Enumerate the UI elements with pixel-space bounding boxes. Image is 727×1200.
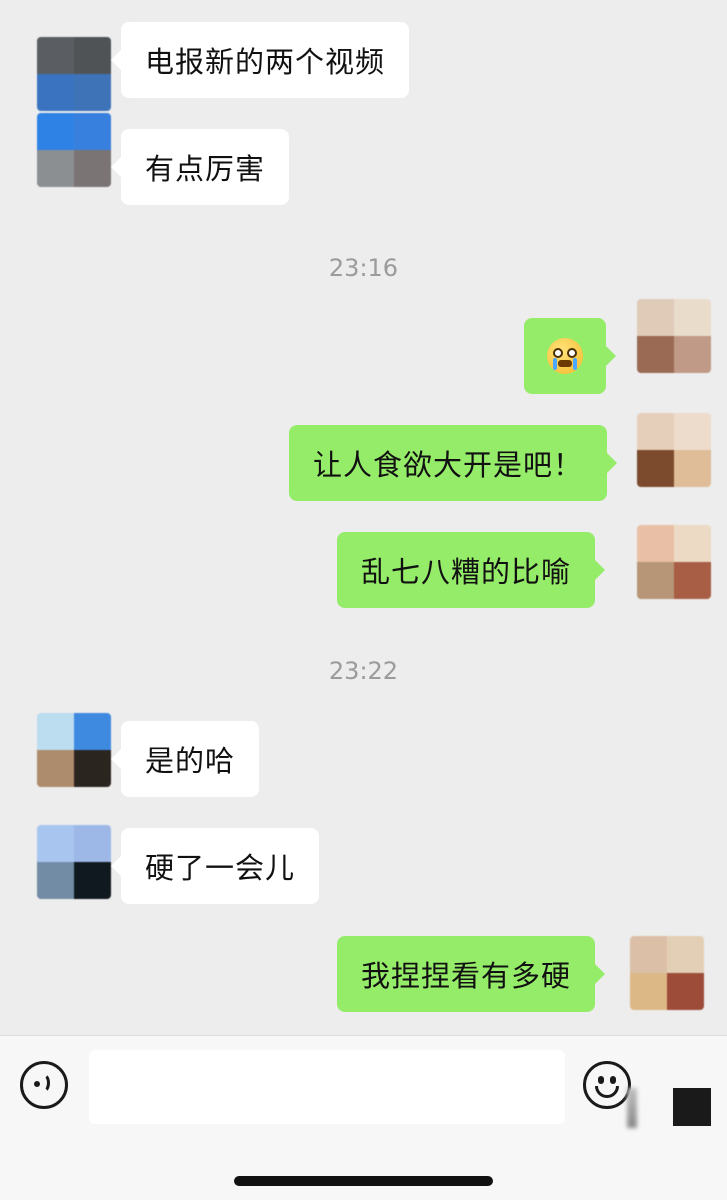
message-text: 我捏捏看有多硬 (361, 959, 572, 993)
avatar[interactable] (37, 113, 111, 187)
message-bubble[interactable]: 硬了一会儿 (110, 828, 320, 904)
message-text: 电报新的两个视频 (145, 45, 386, 79)
avatar[interactable] (630, 936, 704, 1010)
message-text: 硬了一会儿 (145, 851, 296, 885)
message-bubble[interactable]: 有点厉害 (110, 129, 290, 205)
avatar[interactable] (637, 299, 711, 373)
avatar[interactable] (637, 413, 711, 487)
message-text: 有点厉害 (145, 152, 266, 186)
message-text: 乱七八糟的比喻 (361, 555, 572, 589)
home-indicator[interactable] (234, 1176, 493, 1186)
message-text: 是的哈 (145, 744, 236, 778)
message-bubble[interactable]: 我捏捏看有多硬 (337, 936, 606, 1012)
message-bubble[interactable]: 让人食欲大开是吧！ (289, 425, 618, 501)
timestamp: 23:16 (328, 254, 399, 282)
message-bubble[interactable]: 电报新的两个视频 (110, 22, 410, 98)
message-bubble[interactable]: 是的哈 (110, 721, 260, 797)
voice-icon[interactable] (20, 1061, 68, 1109)
avatar[interactable] (637, 525, 711, 599)
message-bubble[interactable]: 乱七八糟的比喻 (337, 532, 606, 608)
timestamp: 23:22 (328, 657, 399, 685)
emoji-icon[interactable] (583, 1061, 631, 1109)
avatar[interactable] (37, 37, 111, 111)
avatar[interactable] (37, 713, 111, 787)
more-icon[interactable] (673, 1088, 711, 1126)
crying-face-emoji-icon (547, 338, 583, 374)
more-button-strip (627, 1088, 637, 1128)
message-input[interactable] (89, 1050, 565, 1124)
message-text: 让人食欲大开是吧！ (313, 448, 584, 482)
avatar[interactable] (37, 825, 111, 899)
message-bubble[interactable] (524, 318, 616, 394)
input-bar (0, 1035, 727, 1200)
